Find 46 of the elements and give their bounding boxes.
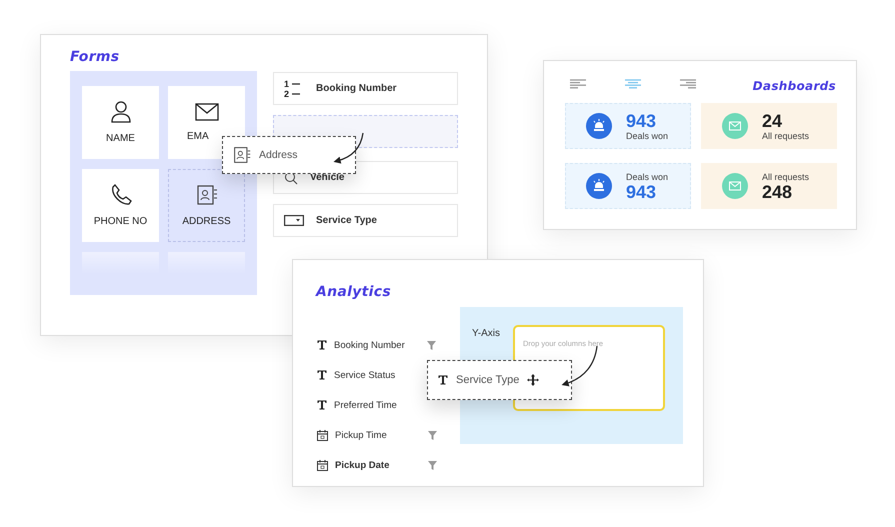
column-name[interactable]: Preferred Time [334, 400, 427, 410]
text-type-icon [438, 375, 448, 385]
stat-label: Deals won [626, 172, 668, 182]
contact-card-icon [196, 184, 218, 206]
column-name[interactable]: Pickup Time [335, 430, 428, 440]
dropdown-icon [284, 215, 304, 226]
text-type-icon [317, 400, 327, 410]
calendar-icon [317, 460, 328, 470]
field-tile[interactable]: NAME [82, 86, 159, 159]
column-name[interactable]: Pickup Date [335, 460, 428, 470]
axis-label: Y-Axis [472, 328, 500, 339]
stat-value: 943 [626, 182, 658, 200]
field-tile[interactable]: PHONE NO [82, 169, 159, 242]
stat-label: All requests [762, 172, 810, 182]
curved-arrow [562, 346, 598, 386]
trophy-badge-icon [586, 113, 612, 139]
stat-value: 943 [626, 112, 658, 130]
contact-card-icon [233, 146, 251, 164]
forms-title: Forms [70, 49, 120, 65]
dragged-field[interactable]: Address [222, 136, 356, 174]
stat-label: All requests [762, 130, 810, 140]
mail-badge-icon [722, 173, 748, 199]
person-icon [110, 101, 130, 123]
curved-arrow [334, 132, 364, 164]
stat-value: 24 [762, 112, 784, 130]
stat-label: Deals won [626, 130, 668, 140]
field-tile[interactable]: EMA [168, 86, 245, 159]
text-type-icon [317, 370, 327, 380]
drag-preview-tooltip[interactable]: Service Type [427, 360, 572, 400]
form-field[interactable]: 1 2 Booking Number [273, 72, 458, 105]
column-name[interactable]: Booking Number [334, 340, 427, 350]
text-type-icon [317, 340, 327, 350]
stat-value: 248 [762, 182, 792, 200]
analytics-title: Analytics [316, 284, 391, 300]
filter-icon [428, 430, 437, 440]
move-icon [527, 374, 540, 386]
mail-icon [194, 103, 218, 121]
form-field[interactable]: Service Type [273, 204, 458, 237]
phone-icon [110, 184, 132, 206]
filter-icon [428, 460, 437, 470]
mail-badge-icon [722, 113, 748, 139]
filter-icon [427, 340, 436, 350]
column-name[interactable]: Service Status [334, 370, 427, 380]
trophy-badge-icon [586, 173, 612, 199]
dashboards-title: Dashboards [752, 79, 836, 93]
calendar-icon [317, 430, 328, 440]
